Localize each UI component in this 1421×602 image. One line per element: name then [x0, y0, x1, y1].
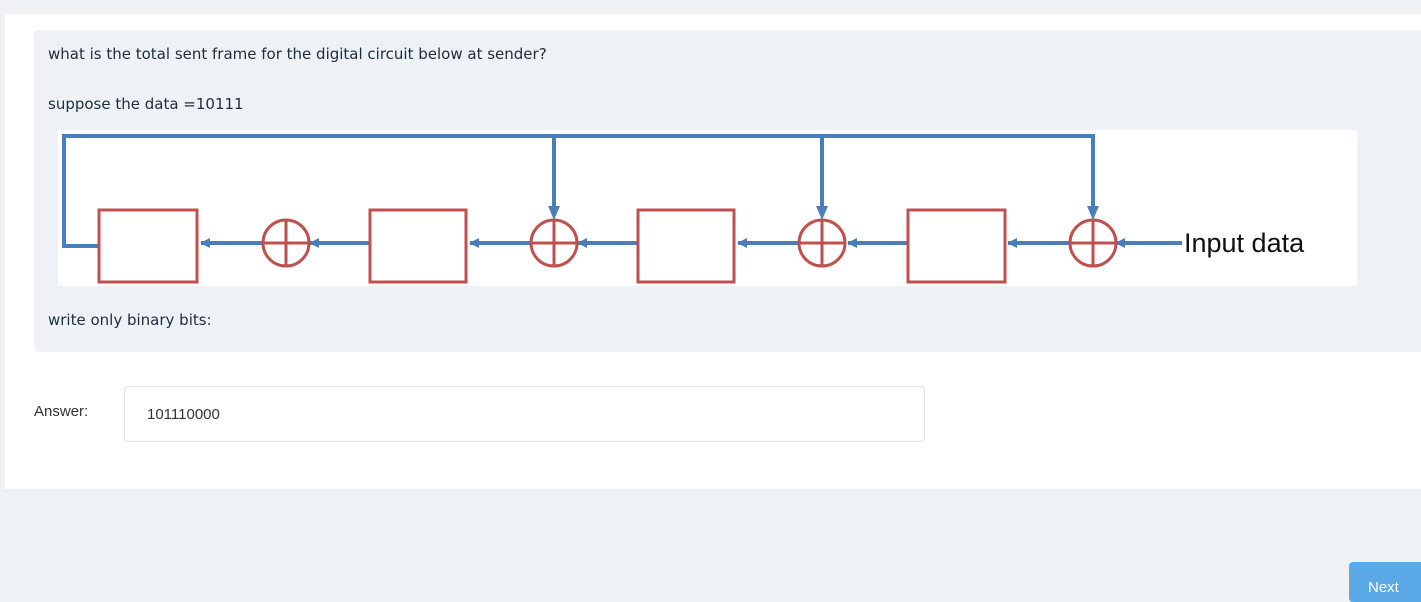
answer-input[interactable]	[124, 386, 925, 442]
xor-gate	[261, 218, 311, 268]
answer-label: Answer:	[34, 403, 89, 420]
register-box	[906, 208, 1007, 284]
xor-gate	[797, 218, 847, 268]
input-data-label: Input data	[1184, 228, 1305, 258]
next-button[interactable]: Next	[1349, 562, 1421, 602]
question-data-text: suppose the data =10111	[48, 95, 244, 113]
register-box	[97, 208, 199, 284]
instruction-text: write only binary bits:	[48, 311, 212, 329]
feedback-arrowheads	[548, 206, 1099, 220]
question-card: what is the total sent frame for the dig…	[5, 14, 1421, 489]
crc-circuit-diagram: Input data	[58, 130, 1357, 286]
register-box	[636, 208, 736, 284]
xor-gate	[1068, 218, 1118, 268]
xor-gate	[529, 218, 579, 268]
question-text: what is the total sent frame for the dig…	[48, 45, 547, 63]
question-box: what is the total sent frame for the dig…	[34, 30, 1421, 352]
register-box	[368, 208, 468, 284]
